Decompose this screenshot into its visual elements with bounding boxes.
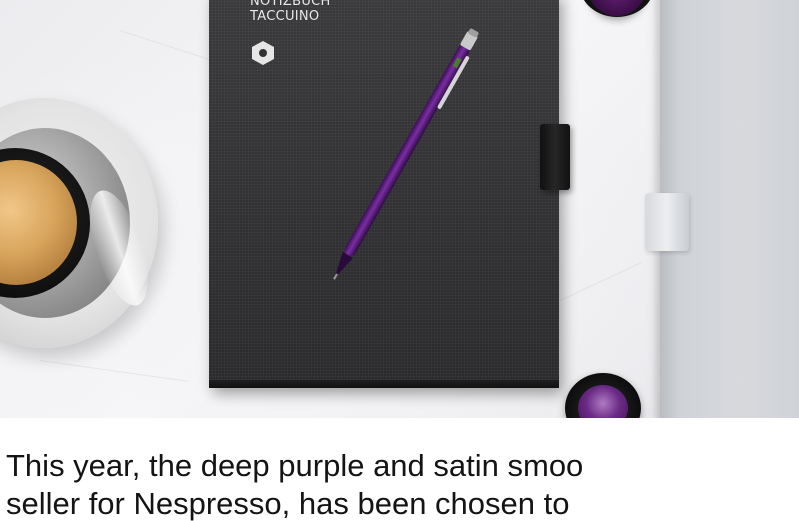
caption-line-2: seller for Nespresso, has been chosen to — [6, 486, 570, 521]
article-caption: This year, the deep purple and satin smo… — [6, 447, 799, 521]
gift-box-tab — [645, 193, 689, 251]
caption-line-1: This year, the deep purple and satin smo… — [6, 448, 584, 483]
product-photo: NOTIZBUCH TACCUINO — [0, 0, 799, 418]
page: NOTIZBUCH TACCUINO This year, the deep p… — [0, 0, 799, 521]
